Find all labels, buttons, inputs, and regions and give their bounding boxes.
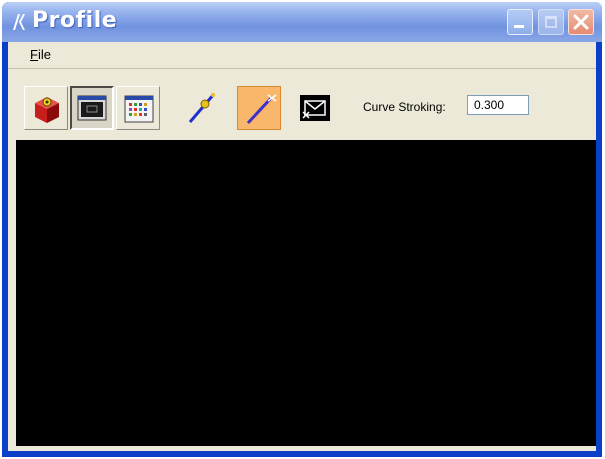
curve-stroking-input[interactable]: 0.300 — [467, 95, 529, 115]
monitor-icon — [77, 95, 107, 121]
envelope-icon — [300, 95, 330, 121]
menu-bar: File — [8, 42, 596, 68]
tool-monitor[interactable] — [70, 86, 114, 130]
calendar-grid-icon — [124, 95, 154, 123]
active-line-icon — [246, 94, 277, 125]
minimize-icon — [514, 25, 524, 28]
tool-envelope[interactable] — [293, 86, 337, 130]
tool-calendar-grid[interactable] — [116, 86, 160, 130]
red-cube-icon — [35, 97, 59, 123]
tool-red-cube[interactable] — [24, 86, 68, 130]
close-icon — [573, 14, 589, 30]
curve-stroking-label: Curve Stroking: — [363, 100, 446, 114]
tool-line-points[interactable] — [180, 86, 224, 130]
tool-active-line[interactable] — [237, 86, 281, 130]
menu-file[interactable]: File — [30, 47, 51, 62]
window-frame-bottom — [2, 451, 602, 457]
title-bar[interactable]: Profile — [2, 2, 602, 42]
profile-canvas[interactable] — [16, 140, 596, 446]
line-points-icon — [188, 93, 216, 123]
minimize-button[interactable] — [507, 9, 533, 35]
close-button[interactable] — [568, 9, 594, 35]
profile-window: Profile File Curve Stroking: 0.300 — [2, 2, 602, 457]
maximize-icon — [545, 16, 557, 28]
app-icon — [13, 14, 25, 30]
window-title: Profile — [32, 8, 118, 33]
maximize-button[interactable] — [538, 9, 564, 35]
client-area: File Curve Stroking: 0.300 — [8, 42, 596, 451]
toolbar: Curve Stroking: 0.300 — [8, 69, 596, 139]
